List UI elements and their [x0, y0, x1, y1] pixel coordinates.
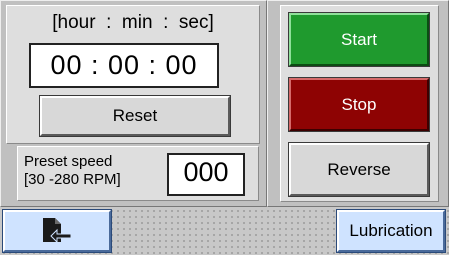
- stop-button[interactable]: Stop: [288, 77, 430, 132]
- timer-display: 00 : 00 : 00: [29, 43, 219, 88]
- start-button[interactable]: Start: [288, 12, 430, 67]
- exit-button[interactable]: [2, 209, 112, 253]
- lubrication-button[interactable]: Lubrication: [336, 209, 446, 253]
- reset-button[interactable]: Reset: [39, 95, 231, 137]
- preset-speed-input[interactable]: 000: [167, 153, 245, 196]
- timer-format-caption: [hour : min : sec]: [52, 12, 214, 33]
- exit-icon: [39, 216, 75, 246]
- timer-value: 00 : 00 : 00: [50, 50, 198, 80]
- preset-speed-label: Preset speed [30 -280 RPM]: [24, 153, 121, 188]
- reverse-button[interactable]: Reverse: [288, 142, 430, 197]
